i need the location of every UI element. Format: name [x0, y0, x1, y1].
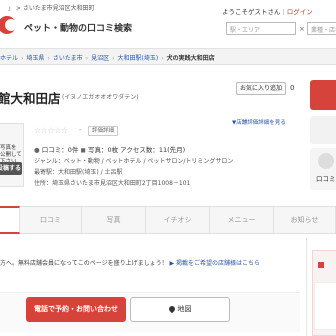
owner-notice-text: 方へ。無料店舗会員になってこのページを盛り上げましょう！ [0, 260, 168, 267]
side-panel-accent-icon [318, 262, 324, 268]
breadcrumb-separator: › [47, 55, 50, 62]
owner-notice: 方へ。無料店舗会員になってこのページを盛り上げましょう！ ▶ 掲載をご希望の店舗… [0, 258, 260, 267]
tab-photos[interactable]: 写真 [82, 206, 146, 234]
tab-top[interactable] [0, 206, 20, 234]
rating-stars: ☆☆☆☆☆ [34, 126, 68, 135]
shop-name-kana: (イヌノエガオオオワダテン) [62, 94, 139, 101]
breadcrumb-current: 犬の実践大和田店 [166, 55, 215, 62]
owner-register-link[interactable]: ▶ 掲載をご希望の店舗様はこちら [170, 260, 261, 267]
search-separator-icon: × [299, 25, 305, 33]
post-photo-button[interactable]: 投稿する [0, 162, 22, 175]
access-count: アクセス数：11(先月) [120, 146, 186, 154]
column-divider [306, 238, 307, 336]
breadcrumb-item[interactable]: ホテル [0, 55, 18, 62]
map-pin-icon [167, 304, 176, 314]
favorite-count: 0 [290, 84, 295, 92]
breadcrumb-separator: › [112, 55, 115, 62]
kuchikomi-count-icon: ● [34, 146, 40, 154]
map-button[interactable]: 地図 [130, 297, 230, 322]
kuchikomi-count: 口コミ：0件 [41, 146, 79, 154]
header-location-text: 」 > さいたま市見沼区大和田町 [8, 5, 95, 12]
breadcrumb-separator: › [85, 55, 89, 62]
site-title[interactable]: ペット・動物の口コミ検索 [24, 21, 132, 34]
photo-count: 写真：0枚 [87, 146, 119, 154]
site-logo-icon[interactable] [0, 14, 22, 36]
breadcrumb-item[interactable]: 埼玉県 [26, 55, 44, 62]
station-search-input[interactable]: 駅・エリア [226, 22, 296, 35]
add-favorite-button[interactable]: お気に入り追加 [236, 82, 286, 95]
rating-detail-button[interactable]: 評価詳細 [88, 126, 119, 136]
shop-genre: ジャンル：ペット・動物 / ペットホテル / ペットサロン/トリミングサロン [34, 158, 234, 165]
shop-name: 館大和田店 [0, 91, 61, 106]
side-action-button[interactable] [310, 80, 336, 110]
breadcrumb-separator: › [161, 55, 164, 62]
welcome-guest: ようこそゲストさん [222, 8, 281, 16]
login-link[interactable]: ログイン [287, 8, 313, 16]
breadcrumb-item[interactable]: 見沼区 [91, 55, 109, 62]
side-panel-inner [314, 282, 336, 330]
breadcrumb: ホテル › 埼玉県 › さいたま市 › 見沼区 › 大和田駅(埼玉) › 犬の実践大和田店 [0, 48, 336, 65]
map-button-label: 地図 [177, 305, 192, 313]
shop-stats: ● 口コミ：0件 ◼ 写真：0枚 アクセス数：11(先月) [34, 144, 185, 154]
side-kuchikomi-label: 口コミ [316, 175, 336, 183]
tab-recommend[interactable]: イチオシ [146, 206, 210, 234]
tab-news[interactable]: お知らせ [274, 206, 336, 234]
shop-address: 住所：埼玉県さいたま市見沼区大和田町2丁目1008－101 [34, 180, 191, 187]
camera-icon: ◼ [80, 146, 86, 154]
welcome-text: ようこそゲストさん | ログイン [222, 6, 313, 16]
rating-value: - [79, 126, 82, 134]
shop-nearest-station: 最寄駅：大和田駅(埼玉) / 土呂駅 [34, 169, 123, 176]
breadcrumb-item[interactable]: 大和田駅(埼玉) [118, 55, 159, 62]
breadcrumb-item[interactable]: さいたま市 [53, 55, 83, 62]
tel-inquiry-button[interactable]: 電話で予約・お問い合わせ [26, 297, 126, 322]
tab-menu[interactable]: メニュー [210, 206, 274, 234]
kuchikomi-icon [318, 153, 334, 169]
side-action-box[interactable] [310, 116, 336, 144]
tab-kuchikomi[interactable]: 口コミ [20, 206, 82, 234]
rating-detail-link[interactable]: ▼店舗評価詳細を見る [232, 118, 286, 126]
category-search-input[interactable]: 業種・店名 [307, 22, 336, 35]
